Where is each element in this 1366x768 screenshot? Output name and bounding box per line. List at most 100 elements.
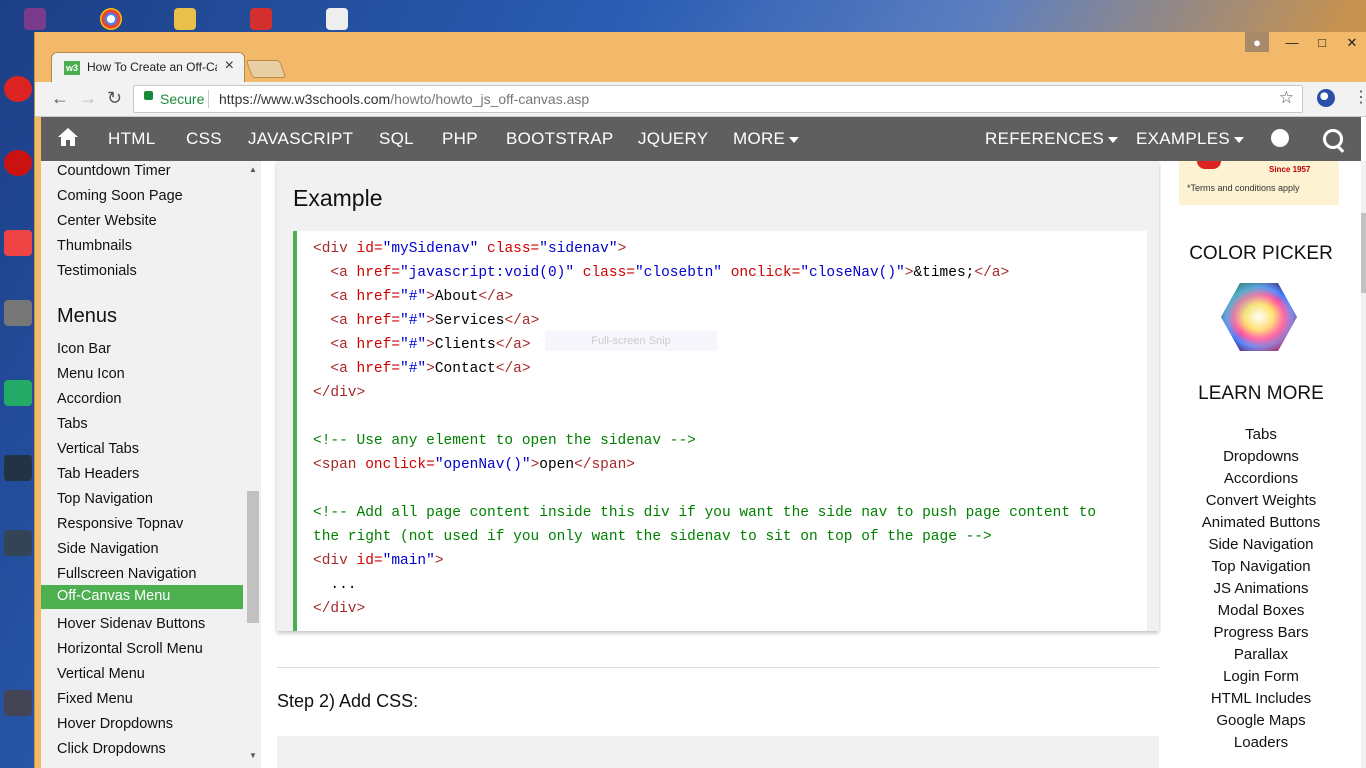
main-content: Example <div id="mySidenav" class="siden… (261, 161, 1161, 768)
learn-more-link[interactable]: Dropdowns (1161, 448, 1361, 465)
sidebar-link[interactable]: Tab Headers (57, 466, 139, 482)
browser-tab[interactable]: w3 How To Create an Off-Ca × (51, 52, 245, 83)
code-line: <div id="main"> (313, 553, 444, 569)
advertisement[interactable]: Since 1957 *Terms and conditions apply (1179, 161, 1339, 205)
page-scrollbar[interactable] (1361, 161, 1366, 768)
tab-close-icon[interactable]: × (225, 57, 234, 75)
sidebar-link[interactable]: Fullscreen Navigation (57, 566, 196, 582)
maximize-icon[interactable]: □ (1307, 32, 1337, 54)
sidebar-link[interactable]: Center Website (57, 213, 157, 229)
user-profile-icon[interactable]: ● (1245, 32, 1269, 52)
search-icon[interactable] (1323, 129, 1343, 149)
window-controls: ● — □ ✕ (1245, 32, 1366, 54)
sidebar-link[interactable]: Countdown Timer (57, 163, 171, 179)
nav-jquery[interactable]: JQUERY (638, 129, 708, 149)
back-arrow-icon[interactable]: ← (51, 88, 69, 109)
globe-icon[interactable] (1271, 129, 1289, 147)
color-picker-icon[interactable] (1221, 283, 1297, 351)
pdf-icon[interactable] (250, 8, 272, 30)
sidebar-link[interactable]: Hover Dropdowns (57, 716, 173, 732)
learn-more-link[interactable]: JS Animations (1161, 580, 1361, 597)
sidebar-link[interactable]: Coming Soon Page (57, 188, 183, 204)
file-icon[interactable] (326, 8, 348, 30)
nav-references[interactable]: REFERENCES (985, 129, 1119, 149)
divider (208, 90, 209, 108)
learn-more-link[interactable]: Tabs (1161, 426, 1361, 443)
sidebar-link[interactable]: Hover Sidenav Buttons (57, 616, 205, 632)
sidebar-link[interactable]: Icon Bar (57, 341, 111, 357)
learn-more-link[interactable]: Side Navigation (1161, 536, 1361, 553)
sidebar-scrollbar[interactable]: ▲ ▼ (245, 161, 261, 768)
close-window-icon[interactable]: ✕ (1337, 32, 1366, 54)
code-line: </div> (313, 385, 366, 401)
home-icon[interactable] (57, 127, 79, 147)
caret-down-icon (789, 136, 800, 143)
learn-more-link[interactable]: Convert Weights (1161, 492, 1361, 509)
new-tab-button[interactable] (245, 60, 287, 78)
code-line: <a href="#">Clients</a> (330, 337, 531, 353)
nav-bootstrap[interactable]: BOOTSTRAP (506, 129, 614, 149)
sidebar-link[interactable]: Side Navigation (57, 541, 159, 557)
tab-strip: w3 How To Create an Off-Ca × ● — □ ✕ (35, 32, 1366, 83)
scrollbar-thumb[interactable] (1361, 213, 1366, 293)
sidebar-link[interactable]: Fixed Menu (57, 691, 133, 707)
learn-more-link[interactable]: Google Maps (1161, 712, 1361, 729)
nav-sql[interactable]: SQL (379, 129, 414, 149)
sidebar-item-active[interactable]: Off-Canvas Menu (41, 585, 243, 609)
sidebar-link[interactable]: Click Dropdowns (57, 741, 166, 757)
sidebar-link[interactable]: Menu Icon (57, 366, 125, 382)
sidebar-link[interactable]: Accordion (57, 391, 121, 407)
browser-toolbar: ← → ↻ Secure https://www.w3schools.com/h… (35, 82, 1366, 117)
sidebar-link[interactable]: Responsive Topnav (57, 516, 183, 532)
sidebar-link[interactable]: Vertical Tabs (57, 441, 139, 457)
reload-icon[interactable]: ↻ (107, 88, 122, 109)
nav-javascript[interactable]: JAVASCRIPT (248, 129, 353, 149)
learn-more-link[interactable]: Login Form (1161, 668, 1361, 685)
extension-icon[interactable] (1317, 89, 1335, 107)
scroll-down-icon[interactable]: ▼ (249, 751, 257, 760)
right-column: Since 1957 *Terms and conditions apply C… (1161, 161, 1361, 768)
code-line: <a href="#">About</a> (330, 289, 514, 305)
minimize-icon[interactable]: — (1277, 32, 1307, 54)
sidebar-link[interactable]: Top Navigation (57, 491, 153, 507)
ad-logo (1197, 161, 1221, 169)
sidebar-link[interactable]: Thumbnails (57, 238, 132, 254)
learn-more-link[interactable]: Parallax (1161, 646, 1361, 663)
sidebar-link[interactable]: Vertical Menu (57, 666, 145, 682)
bookmark-star-icon[interactable]: ☆ (1279, 88, 1294, 108)
winrar-icon[interactable] (24, 8, 46, 30)
learn-more-link[interactable]: Top Navigation (1161, 558, 1361, 575)
sidebar-link[interactable]: Horizontal Scroll Menu (57, 641, 203, 657)
caret-down-icon (1234, 136, 1245, 143)
folder-icon[interactable] (174, 8, 196, 30)
code-block: <div id="mySidenav" class="sidenav"> <a … (293, 231, 1147, 631)
scrollbar-thumb[interactable] (247, 491, 259, 623)
nav-more[interactable]: MORE (733, 129, 800, 149)
learn-more-link[interactable]: Accordions (1161, 470, 1361, 487)
learn-more-link[interactable]: Progress Bars (1161, 624, 1361, 641)
browser-menu-icon[interactable]: ⋮ (1353, 87, 1366, 107)
sidebar-link[interactable]: Testimonials (57, 263, 137, 279)
address-bar[interactable]: Secure https://www.w3schools.com/howto/h… (133, 85, 1303, 113)
url-host: www.w3schools.com (261, 91, 391, 107)
ad-text: *Terms and conditions apply (1187, 183, 1300, 193)
scroll-up-icon[interactable]: ▲ (249, 165, 257, 174)
learn-more-link[interactable]: HTML Includes (1161, 690, 1361, 707)
nav-references-label: REFERENCES (985, 129, 1105, 148)
learn-more-link[interactable]: Loaders (1161, 734, 1361, 751)
chrome-icon[interactable] (100, 8, 122, 30)
nav-more-label: MORE (733, 129, 786, 148)
nav-examples[interactable]: EXAMPLES (1136, 129, 1245, 149)
url-text[interactable]: https://www.w3schools.com/howto/howto_js… (219, 91, 589, 107)
nav-css[interactable]: CSS (186, 129, 222, 149)
forward-arrow-icon[interactable]: → (79, 88, 97, 109)
url-path: /howto/howto_js_off-canvas.asp (390, 91, 590, 107)
learn-more-link[interactable]: Modal Boxes (1161, 602, 1361, 619)
color-picker-title: COLOR PICKER (1189, 243, 1333, 264)
nav-html[interactable]: HTML (108, 129, 155, 149)
learn-more-link[interactable]: Animated Buttons (1161, 514, 1361, 531)
sidebar-link[interactable]: Tabs (57, 416, 88, 432)
lock-icon (144, 91, 153, 100)
nav-php[interactable]: PHP (442, 129, 478, 149)
caret-down-icon (1108, 136, 1119, 143)
